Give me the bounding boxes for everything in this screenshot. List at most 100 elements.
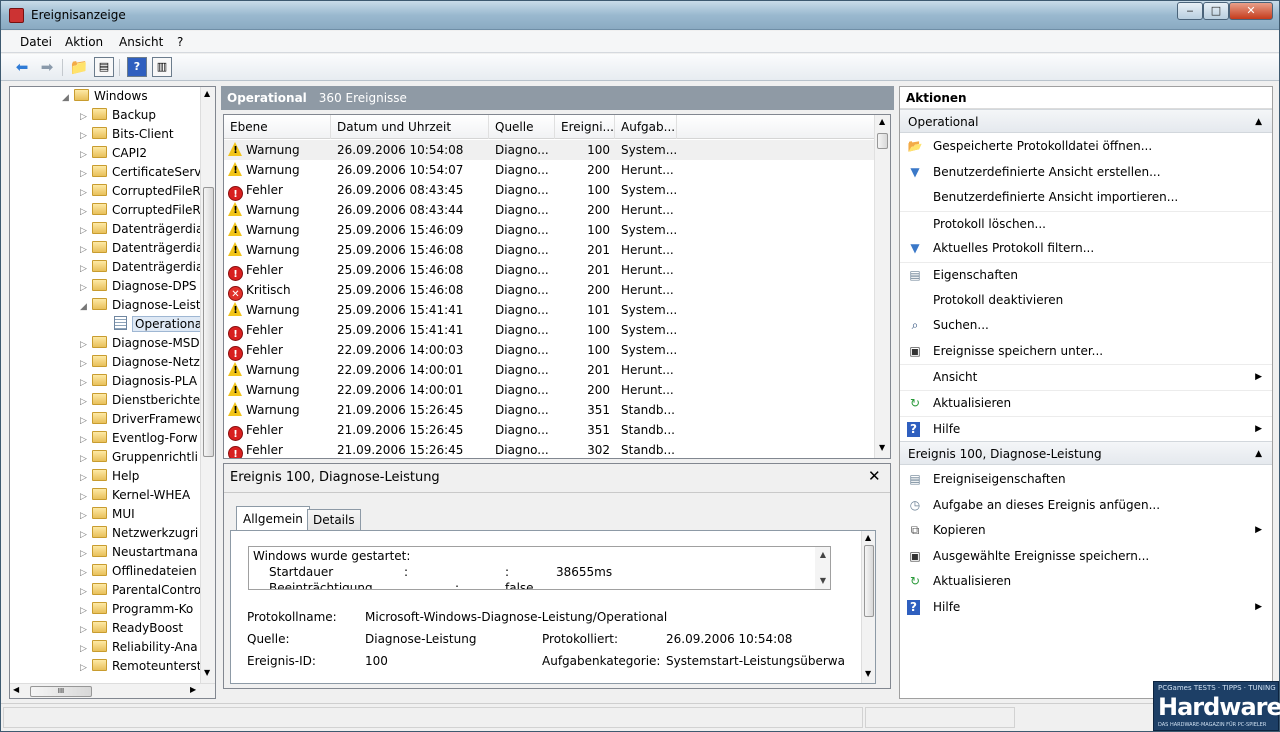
tree-vertical-scrollbar[interactable]: ▲ ▼: [200, 87, 215, 683]
tree-item[interactable]: ▷ Netzwerkzugri: [80, 524, 198, 543]
detail-scrollbar[interactable]: ▲ ▼: [861, 531, 875, 683]
action-item[interactable]: ↻ Aktualisieren: [900, 569, 1272, 594]
tree-item[interactable]: ▷ Help: [80, 467, 139, 486]
menu-ansicht[interactable]: Ansicht: [119, 35, 163, 49]
event-row[interactable]: ! Fehler 25.09.2006 15:41:41 Diagno... 100 Sy…: [224, 320, 874, 341]
scroll-down-icon[interactable]: ▼: [204, 668, 210, 677]
event-row[interactable]: Warnung 25.09.2006 15:46:08 Diagno... 201 He…: [224, 240, 874, 260]
tree-item[interactable]: ▷ Offlinedateien: [80, 562, 197, 581]
forward-arrow-icon[interactable]: ➡: [37, 57, 57, 77]
tree-item[interactable]: ▷ Eventlog-Forw: [80, 429, 198, 448]
scroll-down-icon[interactable]: ▼: [865, 669, 871, 678]
collapse-arrow-icon[interactable]: ◢: [80, 298, 92, 317]
tree-item[interactable]: ▷ Programm-Ko: [80, 600, 193, 619]
action-item[interactable]: ⧉ Kopieren ▶: [900, 518, 1272, 543]
scroll-up-icon[interactable]: ▲: [865, 533, 871, 542]
tree-item[interactable]: ▷ Datenträgerdia: [80, 220, 203, 239]
tree-item[interactable]: ▷ Dienstberichte: [80, 391, 200, 410]
minimize-button[interactable]: ‒: [1177, 2, 1203, 20]
tab-details[interactable]: Details: [307, 509, 361, 530]
action-item[interactable]: ▤ Ereigniseigenschaften: [900, 467, 1272, 492]
action-item[interactable]: ↻ Aktualisieren: [900, 390, 1272, 415]
event-message-box[interactable]: Windows wurde gestartet: Startdauer : : …: [248, 546, 831, 590]
event-row[interactable]: Warnung 26.09.2006 10:54:07 Diagno... 200 He…: [224, 160, 874, 180]
event-row[interactable]: ! Fehler 21.09.2006 15:26:45 Diagno... 302 St…: [224, 440, 874, 458]
tree-item[interactable]: ▷ ReadyBoost: [80, 619, 183, 638]
tree-hscroll-thumb[interactable]: III: [30, 686, 92, 697]
action-item[interactable]: ▣ Ereignisse speichern unter...: [900, 339, 1272, 364]
event-row[interactable]: Warnung 21.09.2006 15:26:45 Diagno... 351 St…: [224, 400, 874, 420]
event-row[interactable]: Warnung 25.09.2006 15:41:41 Diagno... 101 Sy…: [224, 300, 874, 320]
tree-item[interactable]: ▷ Backup: [80, 106, 156, 125]
event-row[interactable]: ! Fehler 21.09.2006 15:26:45 Diagno... 351 St…: [224, 420, 874, 441]
tree-scroll-thumb[interactable]: [203, 187, 214, 457]
collapse-icon[interactable]: ▲: [1255, 110, 1262, 134]
event-row[interactable]: ✕ Kritisch 25.09.2006 15:46:08 Diagno... 200…: [224, 280, 874, 301]
message-scrollbar[interactable]: ▲ ▼: [815, 547, 830, 589]
action-item[interactable]: ? Hilfe ▶: [900, 595, 1272, 620]
event-row[interactable]: ! Fehler 25.09.2006 15:46:08 Diagno... 201 He…: [224, 260, 874, 281]
scroll-right-icon[interactable]: ▶: [190, 685, 196, 694]
event-row[interactable]: Warnung 26.09.2006 10:54:08 Diagno... 100 Sy…: [224, 140, 874, 160]
tree-item[interactable]: ▷ Remoteunterst: [80, 657, 202, 676]
tree-item[interactable]: ◢ Windows: [62, 87, 148, 106]
event-row[interactable]: Warnung 25.09.2006 15:46:09 Diagno... 100 Sy…: [224, 220, 874, 240]
event-row[interactable]: Warnung 26.09.2006 08:43:44 Diagno... 200 He…: [224, 200, 874, 220]
help-icon[interactable]: ?: [127, 57, 147, 77]
tree-item[interactable]: ▷ Kernel-WHEA: [80, 486, 190, 505]
tree-item[interactable]: ▷ Diagnosis-PLA: [80, 372, 197, 391]
tree-item[interactable]: ▷ DriverFramewo: [80, 410, 203, 429]
tree-item[interactable]: ▷ Datenträgerdia: [80, 258, 203, 277]
action-item[interactable]: ◷ Aufgabe an dieses Ereignis anfügen...: [900, 493, 1272, 518]
tree-item[interactable]: ▷ ParentalContro: [80, 581, 201, 600]
action-item[interactable]: Ansicht ▶: [900, 364, 1272, 389]
tree-item[interactable]: ▷ Diagnose-MSD: [80, 334, 200, 353]
back-arrow-icon[interactable]: ⬅: [12, 57, 32, 77]
action-item[interactable]: ? Hilfe ▶: [900, 415, 1272, 441]
event-list-scrollbar[interactable]: ▲ ▼: [874, 115, 890, 458]
show-hide-tree-icon[interactable]: ▤: [94, 57, 114, 77]
action-item[interactable]: ▼ Benutzerdefinierte Ansicht erstellen...: [900, 160, 1272, 185]
scroll-down-icon[interactable]: ▼: [879, 443, 885, 452]
collapse-icon[interactable]: ▲: [1255, 442, 1262, 466]
column-header-datum[interactable]: Datum und Uhrzeit: [331, 115, 489, 139]
scroll-left-icon[interactable]: ◀: [13, 685, 19, 694]
tree-item[interactable]: ◢ Diagnose-Leist: [80, 296, 201, 315]
tree-item[interactable]: ▷ MUI: [80, 505, 135, 524]
tree-item[interactable]: ▷ Diagnose-DPS: [80, 277, 197, 296]
tree-item[interactable]: ▷ CAPI2: [80, 144, 147, 163]
tree-item[interactable]: ▷ Diagnose-Netz: [80, 353, 200, 372]
tree-item[interactable]: Operational: [102, 315, 209, 334]
tree-item[interactable]: ▷ CorruptedFileR: [80, 201, 201, 220]
event-row[interactable]: ! Fehler 26.09.2006 08:43:45 Diagno... 100 Sy…: [224, 180, 874, 201]
tab-allgemein[interactable]: Allgemein: [236, 506, 310, 530]
column-header-ebene[interactable]: Ebene: [224, 115, 331, 139]
tree-item[interactable]: ▷ CorruptedFileR: [80, 182, 201, 201]
event-row[interactable]: ! Fehler 22.09.2006 14:00:03 Diagno... 100 Sy…: [224, 340, 874, 361]
action-item[interactable]: Protokoll deaktivieren: [900, 288, 1272, 313]
action-item[interactable]: ▼ Aktuelles Protokoll filtern...: [900, 236, 1272, 261]
show-hide-actions-icon[interactable]: ▥: [152, 57, 172, 77]
action-item[interactable]: ⌕ Suchen...: [900, 313, 1272, 338]
tree-item[interactable]: ▷ Gruppenrichtli: [80, 448, 198, 467]
action-item[interactable]: Benutzerdefinierte Ansicht importieren..…: [900, 185, 1272, 210]
event-row[interactable]: Warnung 22.09.2006 14:00:01 Diagno... 201 He…: [224, 360, 874, 380]
actions-section-operational[interactable]: Operational ▲: [900, 109, 1272, 133]
maximize-button[interactable]: □: [1203, 2, 1229, 20]
event-row[interactable]: Warnung 22.09.2006 14:00:01 Diagno... 200 He…: [224, 380, 874, 400]
menu-datei[interactable]: Datei: [20, 35, 52, 49]
actions-section-event[interactable]: Ereignis 100, Diagnose-Leistung ▲: [900, 441, 1272, 465]
up-folder-icon[interactable]: 📁: [69, 57, 89, 77]
detail-scroll-thumb[interactable]: [864, 545, 874, 617]
event-list-scroll-thumb[interactable]: [877, 133, 888, 149]
tree-horizontal-scrollbar[interactable]: ◀ III ▶: [10, 683, 215, 698]
menu-help[interactable]: ?: [177, 35, 183, 49]
action-item[interactable]: Protokoll löschen...: [900, 210, 1272, 236]
tree-item[interactable]: ▷ CertificateServ: [80, 163, 201, 182]
column-header-quelle[interactable]: Quelle: [489, 115, 555, 139]
column-header-aufgabe[interactable]: Aufgab...: [615, 115, 677, 139]
tree-item[interactable]: ▷ Neustartmana: [80, 543, 198, 562]
collapse-arrow-icon[interactable]: ◢: [62, 89, 74, 108]
menu-aktion[interactable]: Aktion: [65, 35, 103, 49]
title-bar[interactable]: Ereignisanzeige ‒ □ ✕: [1, 1, 1279, 30]
